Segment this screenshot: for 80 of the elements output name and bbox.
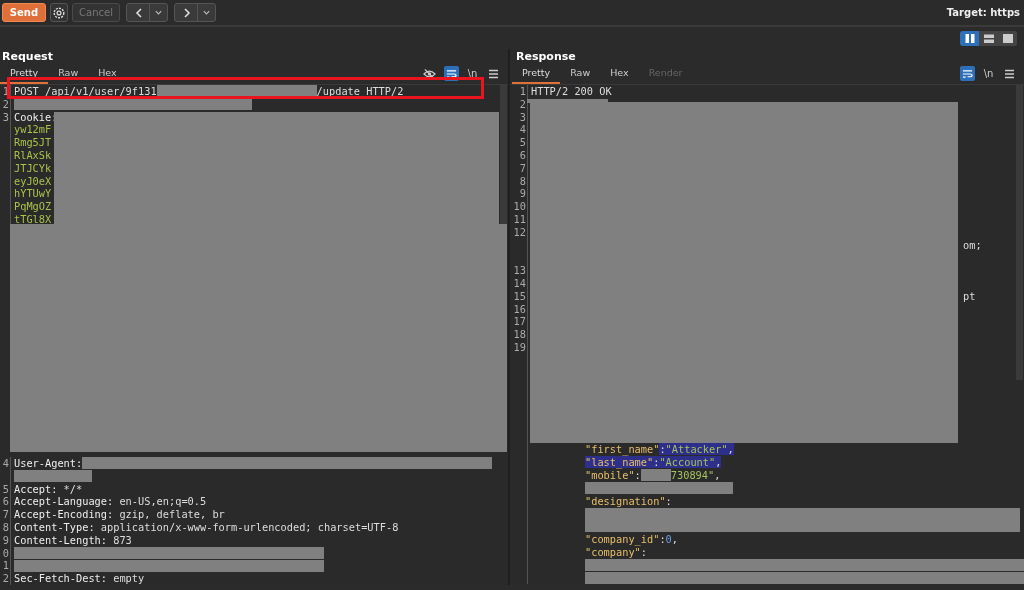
code-text: eyJ0eX xyxy=(14,174,52,188)
forward-button[interactable] xyxy=(174,3,216,22)
line-number: 8 xyxy=(510,174,528,188)
code-text: "mobile": xyxy=(585,468,641,482)
caret-icon xyxy=(154,8,163,17)
code-text: POST /api/v1/user/9f131 xyxy=(14,85,157,98)
code-text: Rmg5JT xyxy=(14,136,52,149)
code-text: "last_name":"Account", xyxy=(585,456,722,469)
chevron-right-icon xyxy=(181,6,193,19)
line-number: 9 xyxy=(0,533,11,547)
chevron-left-icon xyxy=(133,6,145,19)
panel-title: Response xyxy=(515,49,577,64)
line-number: 8 xyxy=(0,521,11,534)
columns-icon xyxy=(963,32,976,44)
code-text: "company_id":0, xyxy=(585,532,678,546)
line-number: 2 xyxy=(0,97,11,111)
line-number: 2 xyxy=(0,572,11,585)
line-number: 11 xyxy=(510,212,528,226)
line-number: 18 xyxy=(510,328,528,341)
line-number: 1 xyxy=(0,559,11,573)
line-number: 17 xyxy=(510,315,528,329)
line-number: 7 xyxy=(510,161,528,175)
rows-icon xyxy=(982,32,995,44)
code-text: Accept-Language: en-US,en;q=0.5 xyxy=(14,495,207,509)
line-number: 0 xyxy=(0,546,11,560)
target-label: Target: https xyxy=(946,7,1021,18)
scrollbar[interactable] xyxy=(500,85,507,225)
code-text: Cookie: xyxy=(14,110,58,124)
code-text: Accept: */* xyxy=(14,482,83,496)
code-text: JTJCYk xyxy=(14,161,52,175)
columns-layout-button[interactable] xyxy=(960,30,979,46)
code-editor[interactable] xyxy=(0,85,508,585)
code-text: 730894", xyxy=(670,468,721,482)
back-button[interactable] xyxy=(126,3,168,22)
line-number: 12 xyxy=(510,225,528,239)
code-text: /update HTTP/2 xyxy=(316,85,404,98)
code-text: om; xyxy=(962,238,982,252)
line-number: 3 xyxy=(510,110,528,124)
code-text: pt xyxy=(962,289,976,303)
panel-title: Request xyxy=(1,49,54,64)
code-text: PqMgOZ xyxy=(14,200,52,213)
tab[interactable]: Raw xyxy=(48,66,89,84)
code-text: tTGl8X xyxy=(14,212,52,226)
line-number: 5 xyxy=(0,482,11,496)
line-number: 4 xyxy=(510,123,528,137)
line-number: 10 xyxy=(510,200,528,213)
code-text: "designation": xyxy=(585,494,672,508)
code-text: HTTP/2 200 OK xyxy=(531,85,612,98)
line-number: 14 xyxy=(510,276,528,290)
tab[interactable]: Hex xyxy=(600,66,639,84)
code-text: RlAxSk xyxy=(14,149,52,162)
line-number: 5 xyxy=(510,136,528,149)
code-text: Content-Type: application/x-www-form-urlencoded; charset=UTF-8 xyxy=(14,521,399,534)
line-number: 19 xyxy=(510,340,528,354)
line-number: 15 xyxy=(510,289,528,303)
line-number: 6 xyxy=(510,149,528,162)
code-text: User-Agent: xyxy=(14,457,83,470)
line-number: 3 xyxy=(0,110,11,124)
line-number: 7 xyxy=(0,508,11,521)
code-text: "first_name":"Attacker", xyxy=(585,443,734,457)
code-text: Accept-Encoding: gzip, deflate, br xyxy=(14,508,225,521)
line-number: 4 xyxy=(0,457,11,470)
code-text: yw12mF xyxy=(14,123,52,137)
wrap-button[interactable] xyxy=(960,66,975,81)
settings-icon xyxy=(52,5,66,20)
tab[interactable]: Raw xyxy=(560,66,601,84)
line-number: 1 xyxy=(510,85,528,98)
settings-button[interactable] xyxy=(50,3,68,22)
code-text: Content-Length: 873 xyxy=(14,533,132,547)
caret-icon xyxy=(202,8,211,17)
newline-button[interactable]: \n xyxy=(981,66,996,81)
code-text: Sec-Fetch-Dest: empty xyxy=(14,572,145,585)
code-text: "company": xyxy=(585,545,647,559)
tab[interactable]: Hex xyxy=(88,66,127,84)
line-number: 6 xyxy=(0,495,11,509)
line-number: 16 xyxy=(510,302,528,316)
line-number: 9 xyxy=(510,187,528,201)
line-number: 13 xyxy=(510,264,528,277)
code-text: hYTUwY xyxy=(14,187,52,201)
square-icon xyxy=(1001,32,1014,44)
